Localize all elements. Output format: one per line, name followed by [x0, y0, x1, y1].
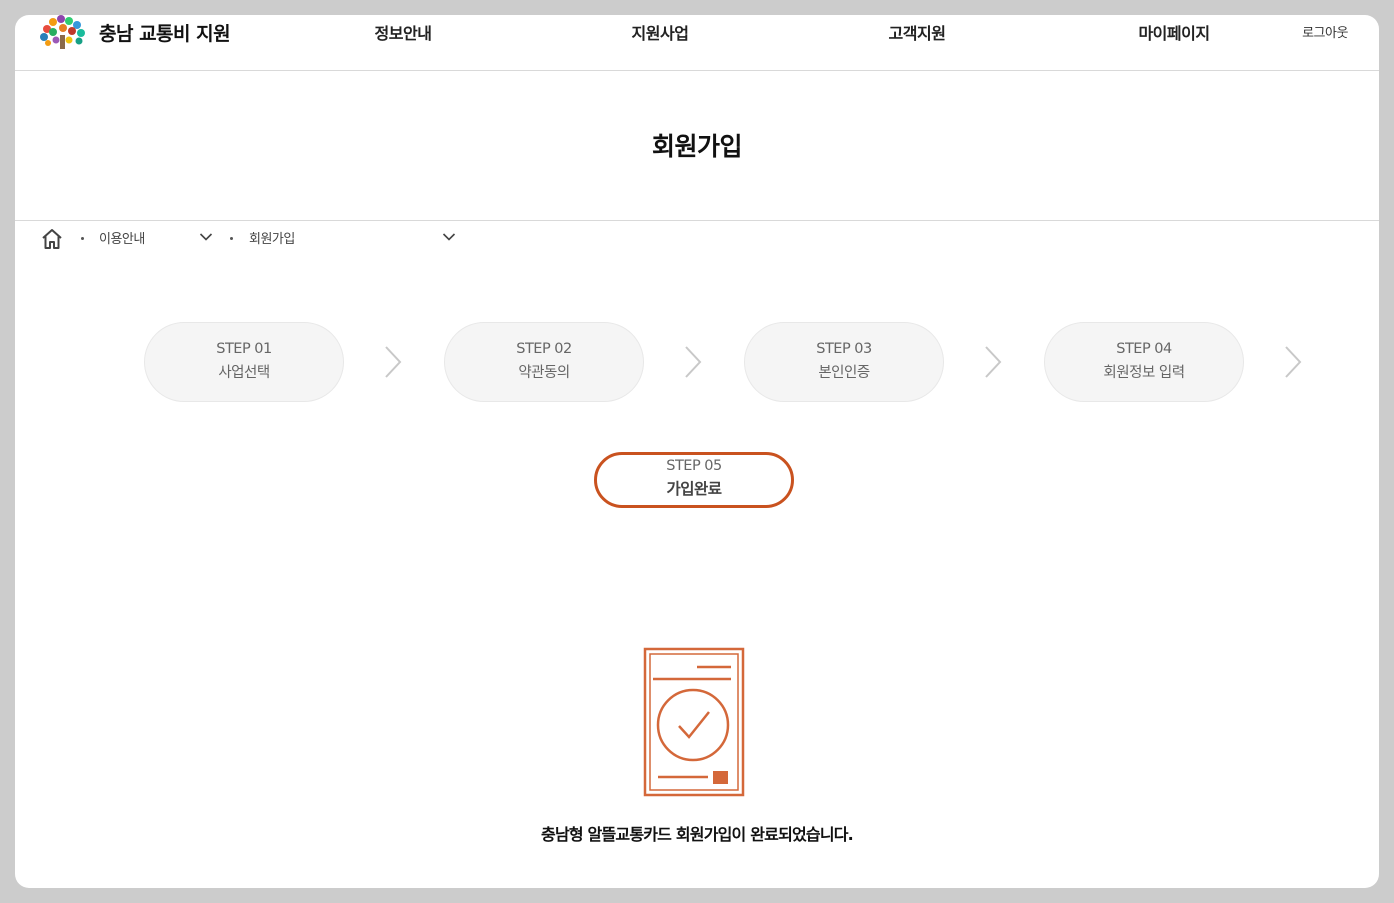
chevron-right-icon: [985, 346, 1002, 378]
step-4: STEP 04 회원정보 입력: [1044, 322, 1244, 402]
breadcrumb-level1[interactable]: 이용안내: [99, 228, 145, 247]
step-label: 본인인증: [818, 365, 870, 381]
breadcrumb-level2[interactable]: 회원가입: [249, 228, 295, 247]
chevron-right-icon: [385, 346, 402, 378]
breadcrumb-separator: [230, 237, 233, 240]
step-number: STEP 01: [216, 341, 272, 357]
breadcrumb-separator: [81, 237, 84, 240]
step-1: STEP 01 사업선택: [144, 322, 344, 402]
chevron-down-icon[interactable]: [199, 232, 213, 242]
nav-mypage[interactable]: 마이페이지: [1138, 20, 1210, 44]
tree-logo-icon: [40, 15, 85, 49]
page-title: 회원가입: [651, 132, 743, 161]
step-label: 회원정보 입력: [1103, 365, 1185, 381]
title-divider: [15, 220, 1379, 221]
header-divider: [15, 70, 1379, 71]
step-label: 약관동의: [518, 365, 570, 381]
logout-link[interactable]: 로그아웃: [1302, 22, 1348, 41]
nav-customer-support[interactable]: 고객지원: [889, 20, 946, 44]
app-frame: 충남 교통비 지원 정보안내 지원사업 고객지원 마이페이지 로그아웃 회원가입…: [15, 15, 1379, 888]
document-check-icon: [643, 647, 745, 797]
step-number: STEP 04: [1116, 341, 1172, 357]
nav-info[interactable]: 정보안내: [375, 20, 432, 44]
step-number: STEP 02: [516, 341, 572, 357]
nav-support-programs[interactable]: 지원사업: [632, 20, 689, 44]
step-5-current: STEP 05 가입완료: [594, 452, 794, 508]
site-logo[interactable]: 충남 교통비 지원: [39, 15, 231, 49]
step-3: STEP 03 본인인증: [744, 322, 944, 402]
completion-message: 충남형 알뜰교통카드 회원가입이 완료되었습니다.: [541, 825, 854, 844]
chevron-right-icon: [685, 346, 702, 378]
chevron-right-icon: [1285, 346, 1302, 378]
logo-text: 충남 교통비 지원: [99, 22, 231, 45]
step-2: STEP 02 약관동의: [444, 322, 644, 402]
header: 충남 교통비 지원 정보안내 지원사업 고객지원 마이페이지 로그아웃: [15, 15, 1379, 70]
chevron-down-icon[interactable]: [442, 232, 456, 242]
step-number: STEP 03: [816, 341, 872, 357]
step-number: STEP 05: [666, 458, 722, 474]
step-label: 사업선택: [218, 365, 270, 381]
home-icon[interactable]: [40, 228, 64, 250]
step-label: 가입완료: [666, 480, 722, 498]
